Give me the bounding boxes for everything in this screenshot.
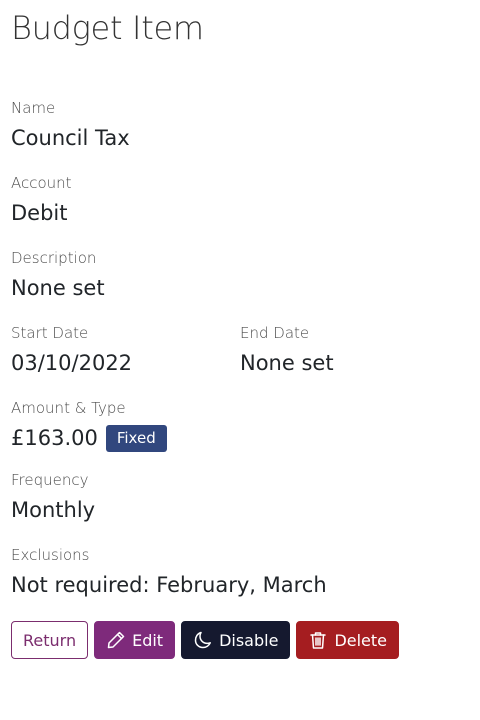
edit-button-label: Edit	[132, 630, 164, 650]
dates-row: Start Date 03/10/2022 End Date None set	[11, 323, 469, 377]
field-description: Description None set	[11, 248, 469, 302]
delete-button[interactable]: Delete	[296, 621, 400, 659]
frequency-value: Monthly	[11, 498, 96, 522]
amount-line: £163.00 Fixed	[11, 424, 469, 452]
amount-value: £163.00	[11, 426, 98, 450]
end-date-label: End Date	[240, 324, 310, 342]
action-buttons: Return Edit Disable Delete	[11, 621, 469, 659]
start-date-value: 03/10/2022	[11, 351, 133, 375]
exclusions-label: Exclusions	[11, 546, 90, 564]
account-label: Account	[11, 174, 72, 192]
name-label: Name	[11, 99, 56, 117]
field-name: Name Council Tax	[11, 98, 469, 152]
field-start-date: Start Date 03/10/2022	[11, 323, 240, 377]
name-value: Council Tax	[11, 126, 130, 150]
exclusions-value: Not required: February, March	[11, 573, 327, 597]
disable-button-label: Disable	[219, 630, 279, 650]
trash-icon	[308, 630, 328, 650]
edit-button[interactable]: Edit	[94, 621, 176, 659]
return-button[interactable]: Return	[11, 621, 89, 659]
return-button-label: Return	[23, 630, 77, 650]
start-date-label: Start Date	[11, 324, 89, 342]
page-title: Budget Item	[11, 9, 204, 47]
pencil-icon	[106, 630, 126, 650]
field-exclusions: Exclusions Not required: February, March	[11, 545, 469, 599]
description-value: None set	[11, 276, 105, 300]
account-value: Debit	[11, 201, 68, 225]
field-account: Account Debit	[11, 173, 469, 227]
budget-item-page: Budget Item Name Council Tax Account Deb…	[0, 0, 480, 659]
frequency-label: Frequency	[11, 471, 89, 489]
description-label: Description	[11, 249, 97, 267]
field-amount-type: Amount & Type £163.00 Fixed	[11, 398, 469, 452]
end-date-value: None set	[240, 351, 334, 375]
disable-button[interactable]: Disable	[181, 621, 291, 659]
amount-type-label: Amount & Type	[11, 399, 126, 417]
field-frequency: Frequency Monthly	[11, 470, 469, 524]
moon-icon	[193, 630, 213, 650]
type-badge: Fixed	[105, 424, 167, 452]
field-end-date: End Date None set	[240, 323, 469, 377]
delete-button-label: Delete	[334, 630, 388, 650]
